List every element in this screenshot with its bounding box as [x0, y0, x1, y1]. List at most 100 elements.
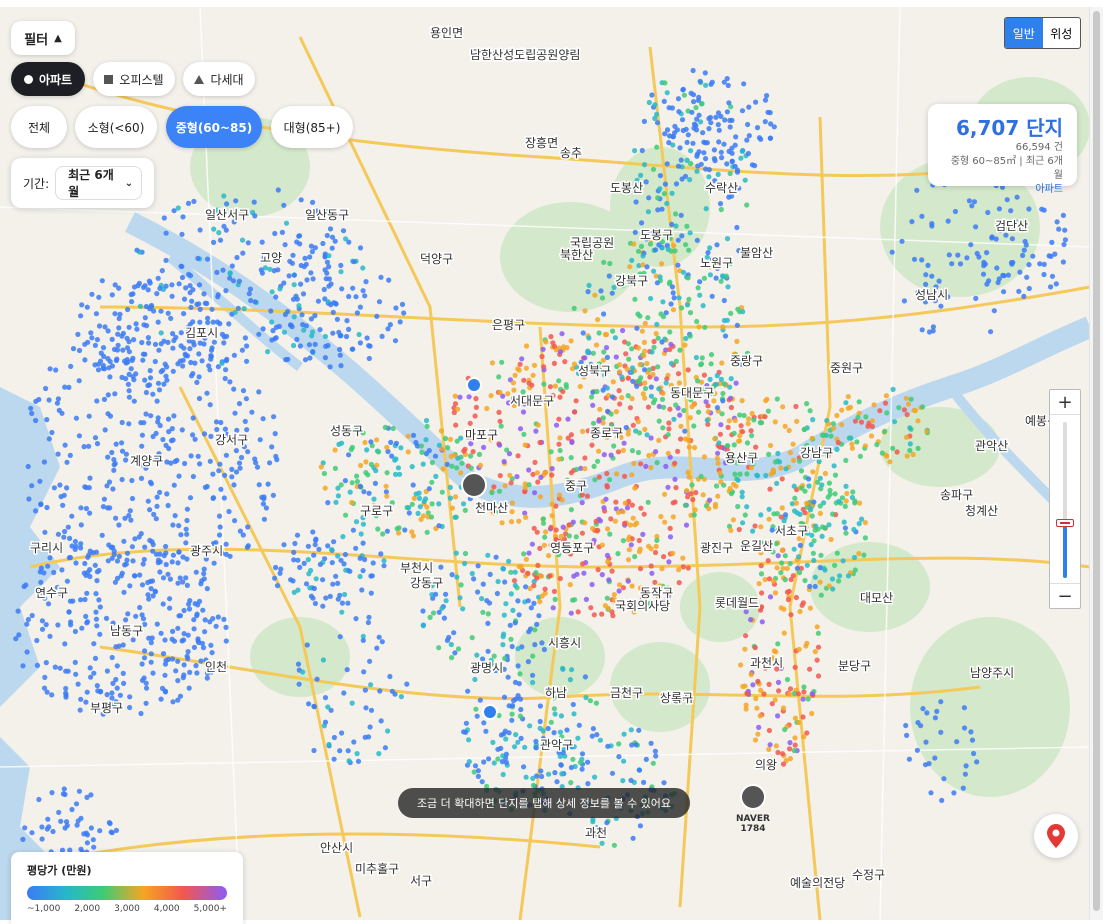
apartment-dot[interactable]	[540, 516, 547, 522]
apartment-dot[interactable]	[137, 303, 143, 309]
apartment-dot[interactable]	[945, 218, 951, 224]
apartment-dot[interactable]	[436, 501, 442, 507]
apartment-dot[interactable]	[194, 301, 200, 307]
apartment-dot[interactable]	[104, 692, 110, 698]
apartment-dot[interactable]	[923, 281, 929, 287]
apartment-dot[interactable]	[630, 515, 636, 521]
apartment-dot[interactable]	[675, 262, 681, 268]
apartment-dot[interactable]	[552, 770, 558, 776]
apartment-dot[interactable]	[911, 256, 918, 262]
apartment-dot[interactable]	[766, 506, 772, 512]
apartment-dot[interactable]	[221, 616, 227, 623]
apartment-dot[interactable]	[634, 383, 640, 389]
apartment-dot[interactable]	[778, 605, 784, 611]
apartment-dot[interactable]	[511, 744, 518, 750]
apartment-dot[interactable]	[190, 319, 196, 325]
apartment-dot[interactable]	[384, 528, 390, 534]
apartment-dot[interactable]	[515, 693, 521, 699]
apartment-dot[interactable]	[378, 718, 384, 724]
apartment-dot[interactable]	[177, 693, 184, 699]
apartment-dot[interactable]	[716, 440, 722, 446]
apartment-dot[interactable]	[72, 538, 78, 545]
apartment-dot[interactable]	[154, 494, 160, 500]
apartment-dot[interactable]	[828, 433, 834, 439]
apartment-dot[interactable]	[1049, 239, 1055, 245]
apartment-dot[interactable]	[154, 398, 160, 404]
apartment-dot[interactable]	[94, 578, 100, 584]
apartment-dot[interactable]	[941, 776, 947, 782]
apartment-dot[interactable]	[127, 508, 133, 514]
apartment-dot[interactable]	[522, 510, 528, 516]
apartment-dot[interactable]	[797, 608, 803, 615]
apartment-dot[interactable]	[843, 530, 849, 536]
type-multiplex-chip[interactable]: 다세대	[183, 62, 255, 96]
apartment-dot[interactable]	[484, 598, 490, 604]
apartment-dot[interactable]	[701, 275, 708, 281]
apartment-dot[interactable]	[354, 478, 360, 485]
apartment-dot[interactable]	[481, 759, 487, 765]
apartment-dot[interactable]	[750, 682, 756, 688]
apartment-dot[interactable]	[565, 416, 571, 422]
apartment-dot[interactable]	[668, 301, 674, 307]
apartment-dot[interactable]	[721, 297, 727, 304]
apartment-dot[interactable]	[322, 695, 329, 701]
apartment-dot[interactable]	[532, 459, 538, 465]
apartment-dot[interactable]	[672, 460, 678, 466]
apartment-dot[interactable]	[119, 570, 125, 576]
apartment-dot[interactable]	[338, 269, 344, 275]
apartment-dot[interactable]	[229, 466, 235, 472]
apartment-dot[interactable]	[834, 412, 840, 419]
apartment-dot[interactable]	[184, 582, 190, 589]
apartment-dot[interactable]	[617, 362, 623, 368]
apartment-dot[interactable]	[767, 486, 773, 492]
apartment-dot[interactable]	[568, 780, 574, 786]
apartment-dot[interactable]	[138, 710, 144, 717]
apartment-dot[interactable]	[907, 447, 913, 454]
apartment-dot[interactable]	[685, 275, 691, 281]
apartment-dot[interactable]	[530, 775, 536, 782]
apartment-dot[interactable]	[197, 319, 203, 325]
apartment-dot[interactable]	[415, 510, 421, 516]
apartment-dot[interactable]	[113, 676, 119, 683]
apartment-dot[interactable]	[235, 305, 241, 311]
apartment-dot[interactable]	[291, 272, 297, 278]
apartment-dot[interactable]	[424, 529, 430, 535]
apartment-dot[interactable]	[758, 512, 764, 518]
apartment-dot[interactable]	[938, 699, 944, 705]
apartment-dot[interactable]	[627, 264, 633, 270]
apartment-dot[interactable]	[112, 391, 118, 397]
apartment-dot[interactable]	[877, 408, 883, 414]
apartment-dot[interactable]	[548, 719, 554, 725]
apartment-dot[interactable]	[175, 625, 181, 631]
apartment-dot[interactable]	[534, 529, 540, 535]
apartment-dot[interactable]	[141, 655, 148, 661]
apartment-dot[interactable]	[654, 120, 661, 126]
apartment-dot[interactable]	[350, 285, 356, 291]
apartment-dot[interactable]	[521, 377, 527, 383]
apartment-dot[interactable]	[666, 105, 672, 111]
apartment-dot[interactable]	[541, 542, 547, 548]
apartment-dot[interactable]	[63, 819, 70, 825]
apartment-dot[interactable]	[453, 550, 459, 556]
apartment-dot[interactable]	[393, 440, 399, 446]
apartment-dot[interactable]	[162, 672, 168, 678]
apartment-dot[interactable]	[477, 462, 484, 468]
apartment-dot[interactable]	[601, 505, 607, 511]
apartment-dot[interactable]	[128, 517, 134, 523]
apartment-dot[interactable]	[105, 356, 111, 362]
apartment-dot[interactable]	[605, 605, 611, 611]
apartment-dot[interactable]	[287, 258, 293, 264]
apartment-dot[interactable]	[190, 432, 196, 438]
apartment-dot[interactable]	[356, 331, 362, 338]
apartment-dot[interactable]	[737, 471, 743, 477]
apartment-dot[interactable]	[812, 527, 818, 533]
apartment-dot[interactable]	[308, 270, 314, 276]
apartment-dot[interactable]	[640, 253, 646, 259]
apartment-dot[interactable]	[131, 337, 137, 343]
size-large-chip[interactable]: 대형(85+)	[271, 106, 353, 148]
apartment-dot[interactable]	[527, 723, 533, 729]
apartment-dot[interactable]	[209, 650, 215, 656]
apartment-dot[interactable]	[834, 446, 840, 452]
apartment-dot[interactable]	[244, 358, 250, 364]
apartment-dot[interactable]	[107, 413, 114, 419]
